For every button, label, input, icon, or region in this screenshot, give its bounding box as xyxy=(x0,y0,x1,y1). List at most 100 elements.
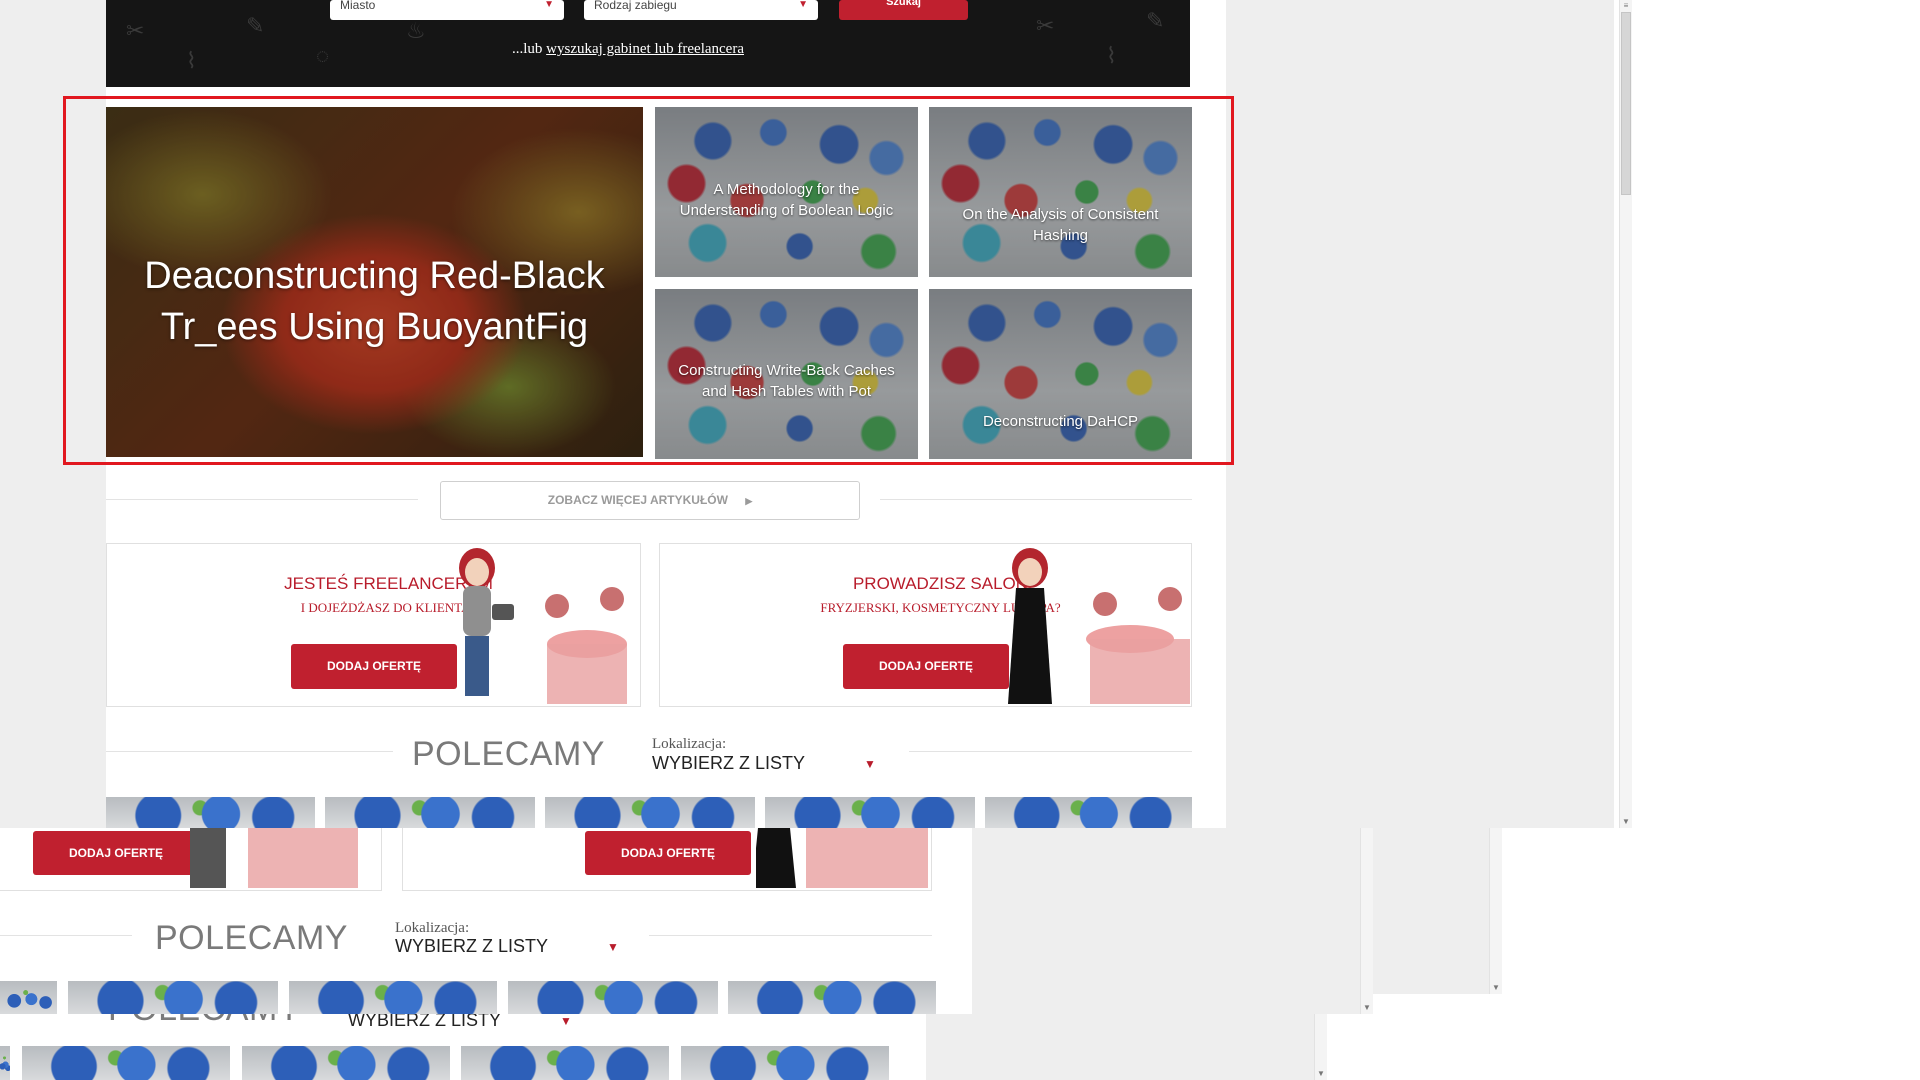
caret-down-icon: ▼ xyxy=(607,940,619,954)
promo-salon: PROWADZISZ SALON FRYZJERSKI, KOSMETYCZNY… xyxy=(659,543,1192,707)
salon-thumbnail[interactable] xyxy=(325,797,535,828)
article-tile-shade xyxy=(929,107,1192,277)
salon-thumbnail[interactable] xyxy=(0,981,57,1014)
caret-down-icon: ▼ xyxy=(560,1014,572,1028)
page-background-left xyxy=(0,0,106,828)
scroll-down-arrow-icon[interactable]: ▼ xyxy=(1490,982,1502,994)
scroll-down-arrow-icon[interactable]: ▼ xyxy=(1361,1002,1373,1014)
article-tile-shade xyxy=(929,289,1192,459)
add-offer-label: DODAJ OFERTĘ xyxy=(620,846,715,860)
treatment-select[interactable]: Rodzaj zabiegu ▼ xyxy=(584,0,818,20)
city-select[interactable]: Miasto ▼ xyxy=(330,0,564,20)
salon-thumbnail[interactable] xyxy=(461,1046,669,1080)
scrollbar-thumb[interactable] xyxy=(1621,12,1631,195)
salon-thumbnail[interactable] xyxy=(68,981,278,1014)
salon-thumbnail[interactable] xyxy=(508,981,718,1014)
salon-thumbnail[interactable] xyxy=(681,1046,889,1080)
location-select[interactable]: WYBIERZ Z LISTY ▼ xyxy=(652,753,882,779)
salon-thumbnail[interactable] xyxy=(242,1046,450,1080)
treatment-select-value: Rodzaj zabiegu xyxy=(594,0,677,12)
featured-article-tile[interactable]: Deaconstructing Red-Black Tr_ees Using B… xyxy=(106,107,643,457)
location-select[interactable]: WYBIERZ Z LISTY ▼ xyxy=(348,1014,578,1036)
city-select-value: Miasto xyxy=(340,0,376,12)
add-offer-button[interactable]: DODAJ OFERTĘ xyxy=(33,831,199,875)
article-tile-title: Deconstructing DaHCP xyxy=(982,413,1139,430)
caret-down-icon: ▼ xyxy=(544,0,554,10)
fragment-background xyxy=(972,828,1360,1014)
article-tile-title: On the Analysis of Consistent Hashing xyxy=(962,206,1159,244)
vertical-scrollbar[interactable]: ▼ xyxy=(1314,1014,1327,1080)
vertical-scrollbar[interactable]: ▼ xyxy=(1360,828,1373,1014)
divider-right xyxy=(880,499,1192,500)
salon-thumbnail[interactable] xyxy=(765,797,975,828)
divider-left xyxy=(106,751,393,752)
caret-right-icon: ▶ xyxy=(745,496,753,506)
promo-freelancer: JESTEŚ FREELANCEREM I DOJEŻDŻASZ DO KLIE… xyxy=(106,543,641,707)
article-tile[interactable]: Deconstructing DaHCP xyxy=(929,289,1192,459)
fragment-background xyxy=(926,1014,1314,1080)
hero-alt-search: ...lub wyszukaj gabinet lub freelancera xyxy=(512,41,744,58)
scroll-down-arrow-icon[interactable]: ▼ xyxy=(1315,1068,1327,1080)
hero-link-prefix: ...lub xyxy=(512,41,547,57)
salon-illustration xyxy=(1008,548,1190,704)
location-label: Lokalizacja: xyxy=(652,736,727,752)
add-offer-label: DODAJ OFERTĘ xyxy=(878,659,973,673)
pattern-brush-icon: ✎ xyxy=(1146,8,1165,33)
find-salon-link[interactable]: wyszukaj gabinet lub freelancera xyxy=(546,41,744,57)
salon-thumbnail[interactable] xyxy=(106,797,315,828)
pattern-mirror-icon: ◌ xyxy=(316,43,330,68)
location-select-value: WYBIERZ Z LISTY xyxy=(348,1014,502,1030)
polecamy-heading: POLECAMY xyxy=(412,735,605,773)
freelancer-illustration xyxy=(190,828,358,888)
page-edge xyxy=(1632,0,1920,828)
scroll-down-arrow-icon[interactable]: ▼ xyxy=(1620,816,1632,828)
screenshot-fragment-1: DODAJ OFERTĘ DODAJ OFERTĘ POLECAMY Lokal… xyxy=(0,828,972,1014)
salon-thumbnail[interactable] xyxy=(289,981,497,1014)
pattern-scissors-icon: ✂ xyxy=(126,18,145,43)
add-offer-button[interactable]: DODAJ OFERTĘ xyxy=(291,644,457,689)
polecamy-heading: POLECAMY xyxy=(155,919,348,957)
salon-thumbnail[interactable] xyxy=(22,1046,230,1080)
featured-article-title: Deaconstructing Red-Black Tr_ees Using B… xyxy=(144,255,605,348)
divider-left xyxy=(0,935,132,936)
add-offer-label: DODAJ OFERTĘ xyxy=(326,659,421,673)
location-label: Lokalizacja: xyxy=(395,920,470,936)
location-select-value: WYBIERZ Z LISTY xyxy=(395,936,549,956)
article-tile[interactable]: On the Analysis of Consistent Hashing xyxy=(929,107,1192,277)
fragment-background xyxy=(1373,828,1489,994)
salon-illustration xyxy=(756,828,928,888)
page-background-right xyxy=(1226,0,1614,828)
divider-right xyxy=(649,935,932,936)
pattern-comb-icon: ⌇ xyxy=(186,48,197,73)
location-select[interactable]: WYBIERZ Z LISTY ▼ xyxy=(395,936,625,962)
pattern-scissors-icon: ✂ xyxy=(1036,13,1055,38)
salon-thumbnail[interactable] xyxy=(985,797,1192,828)
polecamy-heading: POLECAMY xyxy=(108,1014,301,1029)
add-offer-button[interactable]: DODAJ OFERTĘ xyxy=(585,831,751,875)
salon-thumbnail[interactable] xyxy=(728,981,936,1014)
divider-right xyxy=(909,751,1192,752)
article-tile[interactable]: A Methodology for the Understanding of B… xyxy=(655,107,918,277)
scroll-up-arrow-icon[interactable]: ≡ xyxy=(1620,0,1632,12)
caret-down-icon: ▼ xyxy=(798,0,808,10)
pattern-brush-icon: ✎ xyxy=(246,13,265,38)
more-articles-label: ZOBACZ WIĘCEJ ARTYKUŁÓW xyxy=(547,493,728,507)
divider-left xyxy=(106,499,418,500)
search-button[interactable]: Szukaj xyxy=(839,0,968,20)
vertical-scrollbar[interactable]: ≡ ▼ xyxy=(1619,0,1632,828)
add-offer-label: DODAJ OFERTĘ xyxy=(68,846,163,860)
page-edge xyxy=(1327,1014,1920,1080)
add-offer-button[interactable]: DODAJ OFERTĘ xyxy=(843,644,1009,689)
caret-down-icon: ▼ xyxy=(864,757,876,771)
pattern-bottle-icon: ♨ xyxy=(406,18,426,43)
vertical-scrollbar[interactable]: ▼ xyxy=(1489,828,1502,994)
article-tile[interactable]: Constructing Write-Back Caches and Hash … xyxy=(655,289,918,459)
location-select-value: WYBIERZ Z LISTY xyxy=(652,753,806,773)
more-articles-button[interactable]: ZOBACZ WIĘCEJ ARTYKUŁÓW ▶ xyxy=(440,481,860,520)
article-tile-title: A Methodology for the Understanding of B… xyxy=(679,181,894,219)
screenshot-fragment-2: POLECAMY WYBIERZ Z LISTY ▼ xyxy=(0,1014,926,1080)
page-edge xyxy=(1502,828,1920,1014)
salon-thumbnail[interactable] xyxy=(545,797,755,828)
freelancer-illustration xyxy=(459,548,627,704)
salon-thumbnail[interactable] xyxy=(0,1046,10,1080)
